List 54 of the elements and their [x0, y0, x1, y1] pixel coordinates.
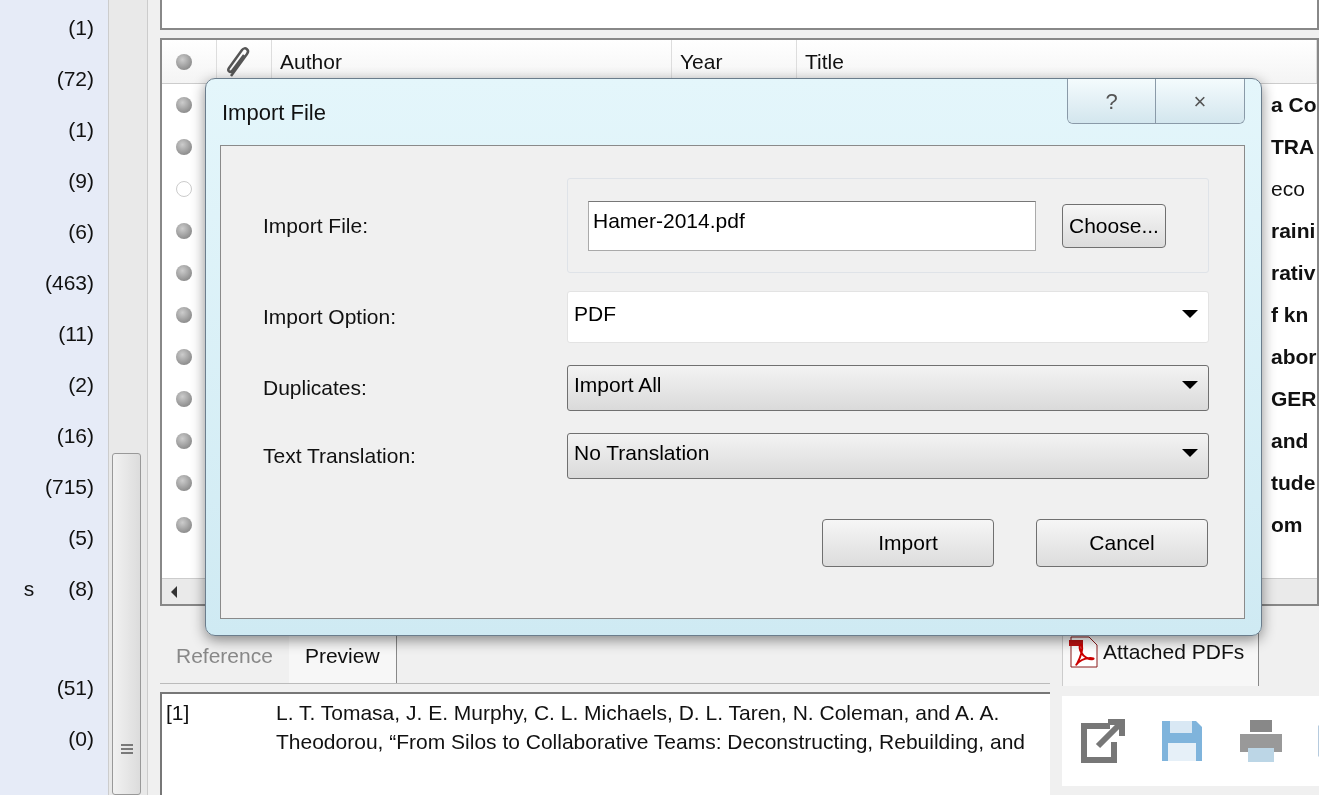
- field-label: Text Translation:: [263, 443, 417, 470]
- group-count[interactable]: (1): [68, 113, 94, 146]
- left-arrow-icon[interactable]: [170, 585, 178, 598]
- group-count[interactable]: (9): [68, 164, 94, 197]
- field-label: Duplicates:: [263, 375, 368, 402]
- group-count[interactable]: (463): [44, 266, 94, 299]
- group-name[interactable]: s: [23, 572, 35, 605]
- title-cell: TRA: [1271, 135, 1315, 159]
- dropdown[interactable]: Import All: [567, 365, 1209, 411]
- share-icon[interactable]: [1080, 718, 1126, 764]
- group-count[interactable]: (51): [56, 671, 94, 704]
- title-cell: raini: [1271, 219, 1316, 243]
- dialog-title: Import File: [221, 98, 326, 127]
- title-cell: and: [1271, 429, 1309, 453]
- field-label: Import Option:: [263, 304, 398, 331]
- group-count[interactable]: (16): [56, 419, 94, 452]
- title-cell: f kn: [1271, 303, 1309, 327]
- group-count[interactable]: (0): [68, 722, 94, 755]
- caret-icon: [1182, 449, 1198, 457]
- paperclip-icon: [225, 45, 251, 78]
- caret-icon: [1182, 310, 1198, 318]
- title-cell: rativ: [1271, 261, 1316, 285]
- save-icon[interactable]: [1160, 719, 1204, 763]
- printer-icon[interactable]: [1238, 718, 1284, 764]
- dropdown[interactable]: PDF: [567, 291, 1209, 343]
- group-count[interactable]: (1): [68, 11, 94, 44]
- group-count[interactable]: (72): [56, 62, 94, 95]
- choose-button[interactable]: Choose...: [1062, 203, 1166, 248]
- file-name-field[interactable]: Hamer-2014.pdf: [588, 200, 1036, 251]
- title-cell: abor: [1271, 345, 1317, 369]
- title-cell: a Co: [1271, 93, 1317, 117]
- group-count[interactable]: (6): [68, 215, 94, 248]
- group-count[interactable]: (8): [68, 572, 94, 605]
- scrollbar-thumb[interactable]: [112, 453, 141, 795]
- citation-text: L. T. Tomasa, J. E. Murphy, C. L. Michaels, D. L. Taren, N. Coleman, and A. A. Theodorou, “From Silos to Collaborative Teams: Deconstructing, Rebuilding, and: [276, 700, 1026, 756]
- help-button[interactable]: ?: [1068, 79, 1156, 123]
- group-count[interactable]: (11): [58, 317, 94, 350]
- pdf-icon: [1069, 636, 1099, 668]
- title-cell: eco: [1271, 177, 1305, 201]
- grip-icon: [120, 743, 133, 755]
- field-label: Import File:: [263, 212, 370, 239]
- title-cell: om: [1271, 513, 1303, 537]
- read-status-icon: [176, 53, 192, 70]
- dialog-button[interactable]: Import: [822, 519, 994, 567]
- group-count[interactable]: (5): [68, 521, 94, 554]
- title-cell: tude: [1271, 471, 1316, 495]
- caret-icon: [1182, 381, 1198, 389]
- group-count[interactable]: (2): [68, 368, 94, 401]
- reference-number: [1]: [166, 700, 191, 726]
- group-count[interactable]: (715): [44, 470, 94, 503]
- title-cell: GER: [1271, 387, 1317, 411]
- close-button[interactable]: ×: [1156, 79, 1244, 123]
- dropdown[interactable]: No Translation: [567, 433, 1209, 479]
- dialog-button[interactable]: Cancel: [1036, 519, 1208, 567]
